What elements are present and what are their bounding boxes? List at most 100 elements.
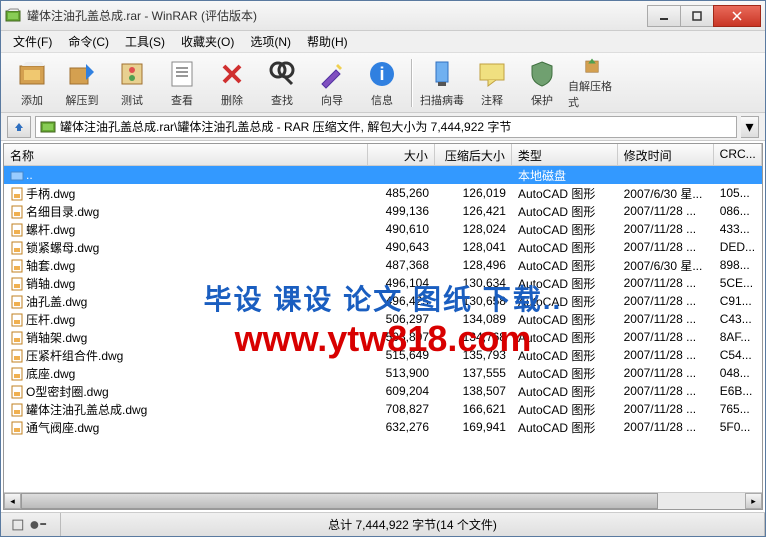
col-header-name[interactable]: 名称 — [4, 144, 368, 165]
file-size: 632,276 — [368, 419, 435, 435]
find-icon — [266, 58, 298, 90]
col-header-type[interactable]: 类型 — [512, 144, 618, 165]
file-type: AutoCAD 图形 — [512, 382, 618, 401]
file-name: 罐体注油孔盖总成.dwg — [26, 403, 147, 417]
svg-text:i: i — [379, 64, 384, 84]
menu-help[interactable]: 帮助(H) — [299, 31, 356, 52]
file-crc: C54... — [714, 347, 762, 363]
file-crc: 048... — [714, 365, 762, 381]
file-size: 485,260 — [368, 185, 435, 201]
file-list: 名称 大小 压缩后大小 类型 修改时间 CRC... .. 本地磁盘 手柄.dw… — [3, 143, 763, 510]
file-name: 销轴架.dwg — [26, 331, 87, 345]
file-row[interactable]: 销轴架.dwg508,897134,768AutoCAD 图形2007/11/2… — [4, 328, 762, 346]
file-date: 2007/11/28 ... — [618, 329, 714, 345]
file-type: AutoCAD 图形 — [512, 364, 618, 383]
file-type: AutoCAD 图形 — [512, 346, 618, 365]
tool-view[interactable]: 查看 — [157, 55, 207, 111]
scroll-track[interactable] — [21, 493, 745, 509]
col-header-size[interactable]: 大小 — [368, 144, 435, 165]
tool-comment[interactable]: 注释 — [467, 55, 517, 111]
sfx-icon — [576, 56, 608, 76]
tool-find[interactable]: 查找 — [257, 55, 307, 111]
file-packed: 126,019 — [435, 185, 512, 201]
tool-test[interactable]: 测试 — [107, 55, 157, 111]
file-date: 2007/6/30 星... — [618, 256, 714, 275]
file-row[interactable]: 名细目录.dwg499,136126,421AutoCAD 图形2007/11/… — [4, 202, 762, 220]
col-header-date[interactable]: 修改时间 — [618, 144, 714, 165]
file-name: 压紧杆组合件.dwg — [26, 349, 123, 363]
file-crc: 765... — [714, 401, 762, 417]
file-row[interactable]: 轴套.dwg487,368128,496AutoCAD 图形2007/6/30 … — [4, 256, 762, 274]
file-row[interactable]: 油孔盖.dwg496,425130,658AutoCAD 图形2007/11/2… — [4, 292, 762, 310]
file-size: 513,900 — [368, 365, 435, 381]
address-dropdown[interactable]: ▾ — [741, 116, 759, 138]
file-crc: 433... — [714, 221, 762, 237]
window-controls — [648, 5, 761, 27]
menu-file[interactable]: 文件(F) — [5, 31, 60, 52]
horizontal-scrollbar: ◂ ▸ — [4, 492, 762, 509]
file-date: 2007/11/28 ... — [618, 239, 714, 255]
file-crc: 898... — [714, 257, 762, 273]
tool-delete[interactable]: 删除 — [207, 55, 257, 111]
file-type: AutoCAD 图形 — [512, 418, 618, 437]
file-name: 销轴.dwg — [26, 277, 75, 291]
file-row[interactable]: 通气阀座.dwg632,276169,941AutoCAD 图形2007/11/… — [4, 418, 762, 436]
file-row[interactable]: 压杆.dwg506,297134,089AutoCAD 图形2007/11/28… — [4, 310, 762, 328]
file-type: AutoCAD 图形 — [512, 274, 618, 293]
list-header: 名称 大小 压缩后大小 类型 修改时间 CRC... — [4, 144, 762, 166]
file-date: 2007/11/28 ... — [618, 401, 714, 417]
menu-favorites[interactable]: 收藏夹(O) — [173, 31, 242, 52]
file-name: 螺杆.dwg — [26, 223, 75, 237]
app-icon — [5, 8, 21, 24]
file-row[interactable]: O型密封圈.dwg609,204138,507AutoCAD 图形2007/11… — [4, 382, 762, 400]
tool-sfx[interactable]: 自解压格式 — [567, 55, 617, 111]
file-crc: DED... — [714, 239, 762, 255]
file-row[interactable]: 手柄.dwg485,260126,019AutoCAD 图形2007/6/30 … — [4, 184, 762, 202]
tool-add[interactable]: 添加 — [7, 55, 57, 111]
maximize-button[interactable] — [680, 5, 714, 27]
file-size: 490,643 — [368, 239, 435, 255]
col-header-packed[interactable]: 压缩后大小 — [435, 144, 512, 165]
tool-extract[interactable]: 解压到 — [57, 55, 107, 111]
file-row[interactable]: 螺杆.dwg490,610128,024AutoCAD 图形2007/11/28… — [4, 220, 762, 238]
file-crc: C43... — [714, 311, 762, 327]
tool-info[interactable]: i信息 — [357, 55, 407, 111]
tool-virus-scan[interactable]: 扫描病毒 — [417, 55, 467, 111]
scroll-left-button[interactable]: ◂ — [4, 493, 21, 509]
file-row[interactable]: 底座.dwg513,900137,555AutoCAD 图形2007/11/28… — [4, 364, 762, 382]
nav-up-button[interactable] — [7, 116, 31, 138]
file-size: 609,204 — [368, 383, 435, 399]
file-row[interactable]: 锁紧螺母.dwg490,643128,041AutoCAD 图形2007/11/… — [4, 238, 762, 256]
toolbar-separator — [411, 59, 413, 107]
file-crc: 8AF... — [714, 329, 762, 345]
file-date: 2007/11/28 ... — [618, 347, 714, 363]
close-button[interactable] — [713, 5, 761, 27]
file-size: 506,297 — [368, 311, 435, 327]
address-path[interactable]: 罐体注油孔盖总成.rar\罐体注油孔盖总成 - RAR 压缩文件, 解包大小为 … — [35, 116, 737, 138]
file-date: 2007/11/28 ... — [618, 419, 714, 435]
tool-protect[interactable]: 保护 — [517, 55, 567, 111]
menu-commands[interactable]: 命令(C) — [60, 31, 117, 52]
list-body[interactable]: .. 本地磁盘 手柄.dwg485,260126,019AutoCAD 图形20… — [4, 166, 762, 492]
minimize-button[interactable] — [647, 5, 681, 27]
file-crc: 086... — [714, 203, 762, 219]
file-size: 499,136 — [368, 203, 435, 219]
file-type: AutoCAD 图形 — [512, 328, 618, 347]
file-date: 2007/11/28 ... — [618, 365, 714, 381]
file-row[interactable]: 压紧杆组合件.dwg515,649135,793AutoCAD 图形2007/1… — [4, 346, 762, 364]
scroll-thumb[interactable] — [21, 493, 658, 509]
file-row[interactable]: 罐体注油孔盖总成.dwg708,827166,621AutoCAD 图形2007… — [4, 400, 762, 418]
parent-row[interactable]: .. 本地磁盘 — [4, 166, 762, 184]
file-row[interactable]: 销轴.dwg496,104130,634AutoCAD 图形2007/11/28… — [4, 274, 762, 292]
file-packed: 130,634 — [435, 275, 512, 291]
menu-options[interactable]: 选项(N) — [242, 31, 299, 52]
menu-tools[interactable]: 工具(S) — [117, 31, 173, 52]
file-size: 496,425 — [368, 293, 435, 309]
status-bar: 总计 7,444,922 字节(14 个文件) — [1, 512, 765, 536]
col-header-crc[interactable]: CRC... — [714, 144, 762, 165]
file-name: 底座.dwg — [26, 367, 75, 381]
file-name: 压杆.dwg — [26, 313, 75, 327]
scroll-right-button[interactable]: ▸ — [745, 493, 762, 509]
delete-icon — [216, 58, 248, 90]
tool-wizard[interactable]: 向导 — [307, 55, 357, 111]
